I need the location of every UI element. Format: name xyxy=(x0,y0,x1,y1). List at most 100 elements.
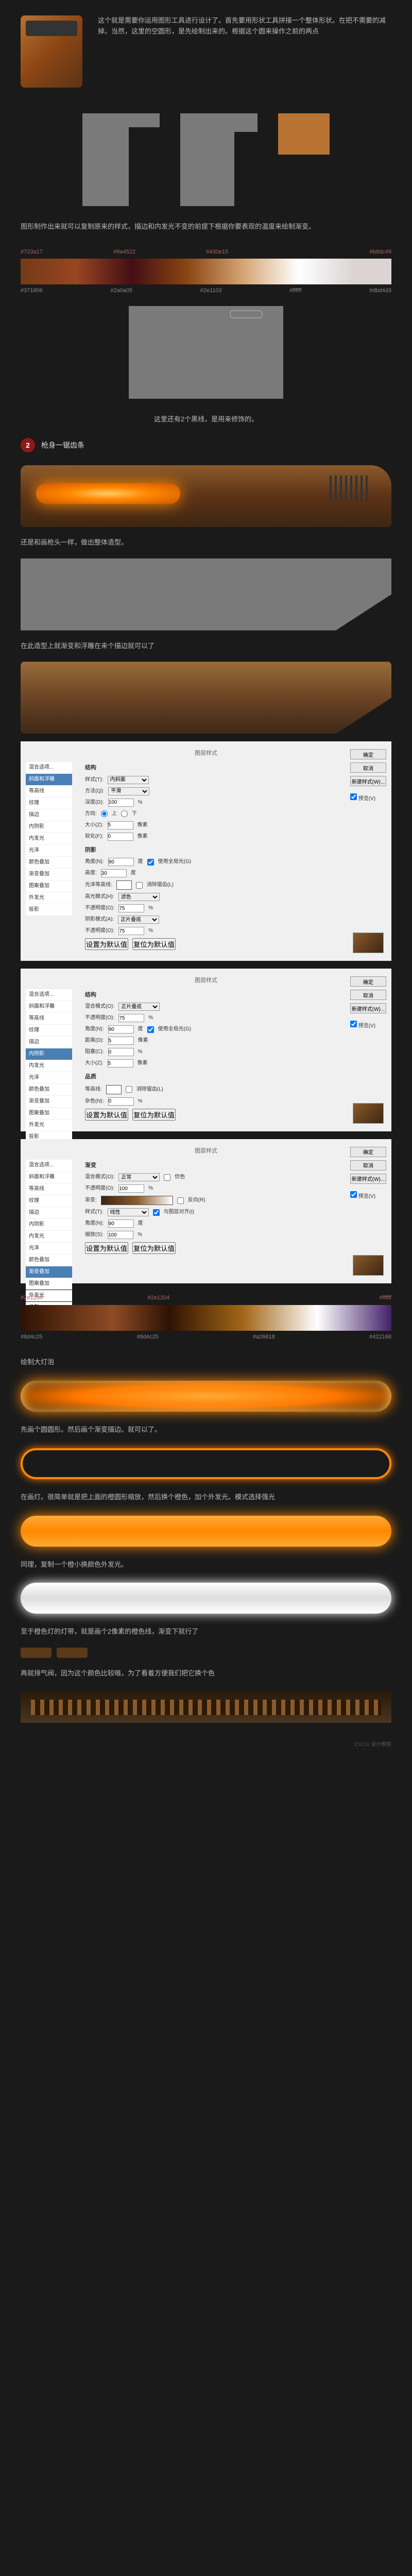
sidebar-item[interactable]: 纹理 xyxy=(26,1025,72,1036)
shadow-opacity-input[interactable] xyxy=(118,927,144,935)
dialog-title: 图层样式 xyxy=(28,1147,384,1156)
new-style-button[interactable]: 新建样式(W)... xyxy=(350,1174,386,1184)
grad-style-select[interactable]: 线性 xyxy=(108,1208,149,1216)
angle-input[interactable] xyxy=(108,858,134,866)
sidebar-item[interactable]: 内阴影 xyxy=(26,1219,72,1230)
sidebar-item[interactable]: 图案叠加 xyxy=(26,1278,72,1290)
text-emboss: 在此造型上就渐变和浮雕在来个描边就可以了 xyxy=(0,636,412,657)
size-input[interactable] xyxy=(108,1059,133,1067)
sidebar-item[interactable]: 纹理 xyxy=(26,1195,72,1207)
label: 混合模式(O): xyxy=(85,1173,114,1181)
reverse-check[interactable] xyxy=(177,1197,184,1204)
sidebar-item[interactable]: 颜色叠加 xyxy=(26,1255,72,1266)
sidebar-item[interactable]: 图案叠加 xyxy=(26,1108,72,1119)
cancel-button[interactable]: 取消 xyxy=(350,990,386,1000)
scale-input[interactable] xyxy=(108,1231,133,1239)
sidebar-item[interactable]: 描边 xyxy=(26,1037,72,1048)
contour-swatch[interactable] xyxy=(106,1085,122,1094)
depth-input[interactable] xyxy=(108,799,134,807)
sidebar-item[interactable]: 纹理 xyxy=(26,798,72,809)
angle-input[interactable] xyxy=(108,1219,134,1228)
sidebar-item[interactable]: 颜色叠加 xyxy=(26,857,72,868)
hex-label: #2e1204 xyxy=(21,1294,43,1303)
contour-swatch[interactable] xyxy=(116,880,132,890)
sidebar-item[interactable]: 等高线 xyxy=(26,1183,72,1195)
color-labels-top: #723a17 #9a4522 #430e15 #b8dc49 xyxy=(21,248,391,257)
opacity-input[interactable] xyxy=(118,904,144,912)
reset-button[interactable]: 复位为默认值 xyxy=(132,1242,176,1254)
label: 高度: xyxy=(85,869,97,877)
new-style-button[interactable]: 新建样式(W)... xyxy=(350,776,386,786)
distance-input[interactable] xyxy=(108,1037,134,1045)
sidebar-item[interactable]: 渐变叠加 xyxy=(26,1096,72,1107)
sidebar-item[interactable]: 光泽 xyxy=(26,845,72,856)
method-select[interactable]: 平滑 xyxy=(108,787,149,795)
sidebar-item[interactable]: 渐变叠加 xyxy=(26,869,72,880)
dir-down-radio[interactable] xyxy=(121,810,128,817)
size-input[interactable] xyxy=(108,821,133,829)
text-copy-style: 图形制作出来就可以复制原来的样式，描边和内发光不变的前提下根据你要表现的温度来绘… xyxy=(0,216,412,238)
noise-input[interactable] xyxy=(108,1097,134,1106)
shadow-select[interactable]: 正片叠底 xyxy=(118,916,159,924)
sidebar-item-active[interactable]: 内阴影 xyxy=(26,1048,72,1060)
sidebar-item[interactable]: 内发光 xyxy=(26,1060,72,1072)
dir-up-radio[interactable] xyxy=(101,810,108,817)
sidebar-item[interactable]: 等高线 xyxy=(26,1013,72,1024)
ok-button[interactable]: 确定 xyxy=(350,749,386,759)
sidebar-item[interactable]: 外发光 xyxy=(26,892,72,904)
sidebar-item[interactable]: 光泽 xyxy=(26,1243,72,1254)
angle-input[interactable] xyxy=(108,1025,134,1033)
sidebar-item[interactable]: 外发光 xyxy=(26,1120,72,1131)
ok-button[interactable]: 确定 xyxy=(350,1147,386,1157)
preview-check[interactable] xyxy=(350,793,357,800)
hex-label: #dbd4d3 xyxy=(369,286,391,296)
global-check[interactable] xyxy=(147,859,154,866)
sidebar-item[interactable]: 等高线 xyxy=(26,786,72,797)
reset-button[interactable]: 复位为默认值 xyxy=(132,938,176,950)
sidebar-item[interactable]: 描边 xyxy=(26,1207,72,1218)
cancel-button[interactable]: 取消 xyxy=(350,1160,386,1171)
antialias-check[interactable] xyxy=(136,882,143,889)
sidebar-item[interactable]: 投影 xyxy=(26,904,72,916)
default-button[interactable]: 设置为默认值 xyxy=(85,938,128,950)
sidebar-item[interactable]: 图案叠加 xyxy=(26,880,72,892)
sidebar-item[interactable]: 混合选项... xyxy=(26,989,72,1001)
align-check[interactable] xyxy=(153,1209,160,1216)
sidebar-item[interactable]: 斜面和浮雕 xyxy=(26,1001,72,1012)
hex-label: #371806 xyxy=(21,286,43,296)
sidebar-item-active[interactable]: 斜面和浮雕 xyxy=(26,774,72,785)
sidebar-item[interactable]: 混合选项... xyxy=(26,762,72,773)
preview-check[interactable] xyxy=(350,1191,357,1198)
preview-check[interactable] xyxy=(350,1021,357,1027)
default-button[interactable]: 设置为默认值 xyxy=(85,1109,128,1121)
sidebar-item[interactable]: 光泽 xyxy=(26,1072,72,1083)
new-style-button[interactable]: 新建样式(W)... xyxy=(350,1003,386,1013)
gradient-swatch[interactable] xyxy=(101,1196,173,1205)
opacity-input[interactable] xyxy=(118,1184,144,1193)
cancel-button[interactable]: 取消 xyxy=(350,762,386,773)
sidebar-item-active[interactable]: 渐变叠加 xyxy=(26,1266,72,1278)
sidebar-item[interactable]: 描边 xyxy=(26,809,72,821)
sidebar-item[interactable]: 内阴影 xyxy=(26,821,72,833)
choke-input[interactable] xyxy=(108,1048,134,1056)
sidebar-item[interactable]: 内发光 xyxy=(26,1231,72,1242)
ok-button[interactable]: 确定 xyxy=(350,976,386,987)
altitude-input[interactable] xyxy=(101,869,127,877)
soften-input[interactable] xyxy=(108,833,133,841)
blend-select[interactable]: 正片叠底 xyxy=(118,1003,160,1011)
sidebar-item[interactable]: 斜面和浮雕 xyxy=(26,1172,72,1183)
default-button[interactable]: 设置为默认值 xyxy=(85,1242,128,1254)
opacity-input[interactable] xyxy=(118,1014,144,1022)
blend-select[interactable]: 正常 xyxy=(118,1173,160,1181)
sidebar-item[interactable]: 颜色叠加 xyxy=(26,1084,72,1095)
sidebar-item[interactable]: 内发光 xyxy=(26,833,72,844)
gun-head-illustration xyxy=(21,15,82,88)
style-select[interactable]: 内斜面 xyxy=(108,776,149,784)
sidebar-item[interactable]: 混合选项... xyxy=(26,1160,72,1171)
highlight-select[interactable]: 滤色 xyxy=(118,893,160,901)
reset-button[interactable]: 复位为默认值 xyxy=(132,1109,176,1121)
global-check[interactable] xyxy=(147,1026,154,1033)
text-decoration: 这里还有2个黑线，是用来修饰的。 xyxy=(0,409,412,430)
dither-check[interactable] xyxy=(164,1174,170,1181)
antialias-check[interactable] xyxy=(126,1086,132,1093)
